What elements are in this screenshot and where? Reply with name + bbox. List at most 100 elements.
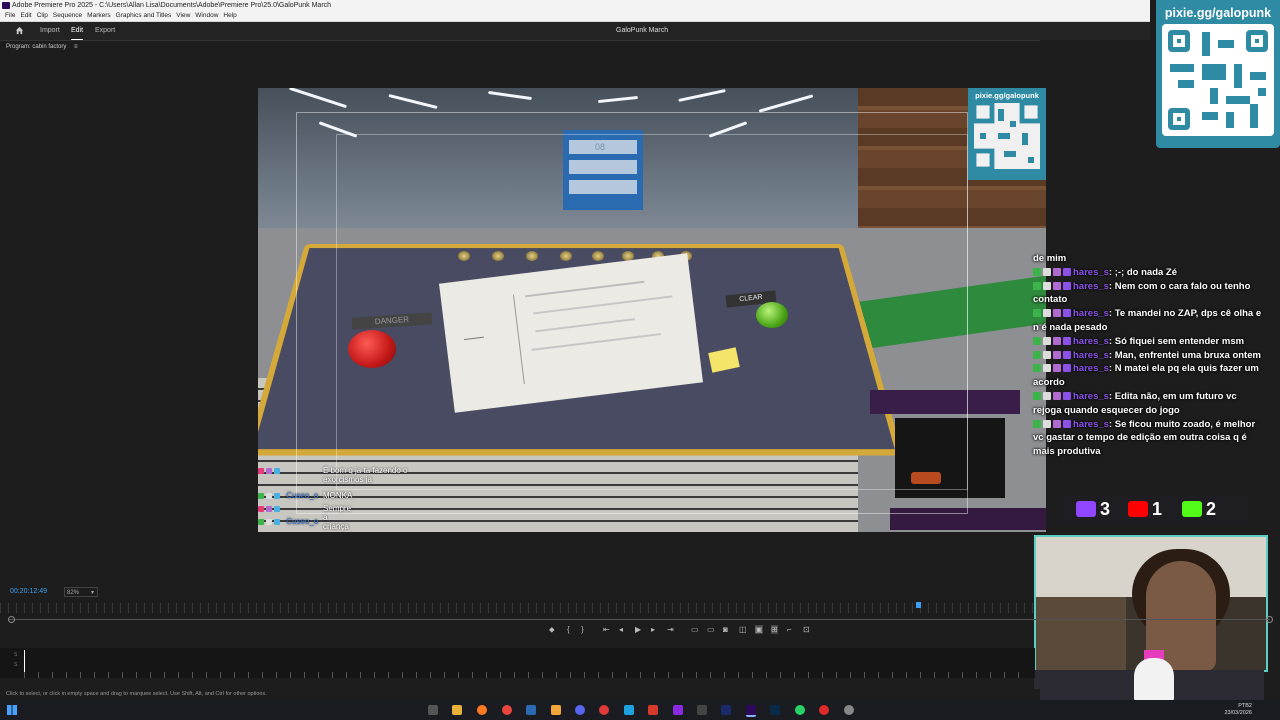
mark-out-icon[interactable]: } xyxy=(581,625,584,634)
chevron-down-icon: ▾ xyxy=(90,590,94,596)
safe-margin-inner xyxy=(336,134,968,490)
menu-sequence[interactable]: Sequence xyxy=(53,12,82,19)
tab-export[interactable]: Export xyxy=(95,22,115,40)
menu-clip[interactable]: Clip xyxy=(37,12,48,19)
menu-bar: File Edit Clip Sequence Markers Graphics and … xyxy=(0,11,1150,22)
chat-username: hares_s xyxy=(1073,390,1109,402)
obs-icon[interactable] xyxy=(599,705,609,715)
comparison-view-icon[interactable]: ◫ xyxy=(739,625,747,634)
after-effects-icon[interactable] xyxy=(721,705,731,715)
button-editor-icon[interactable]: ⊡ xyxy=(803,625,810,634)
chat-bubble-icon xyxy=(1063,267,1071,276)
kick-counter: 2 xyxy=(1182,496,1216,522)
window-title: Adobe Premiere Pro 2025 - C:\Users\Allan… xyxy=(12,2,332,9)
check-badge-icon xyxy=(1033,364,1041,373)
check-badge-icon xyxy=(1033,281,1041,290)
zoom-select[interactable]: 82% ▾ xyxy=(64,587,98,597)
chat-message: Cuseo_o MONKA xyxy=(258,491,352,503)
system-clock[interactable]: PTB2 23/03/2026 xyxy=(1224,703,1252,717)
app-icon[interactable] xyxy=(624,705,634,715)
time-ruler[interactable] xyxy=(0,603,1035,613)
play-icon[interactable]: ▶ xyxy=(635,625,641,634)
program-label[interactable]: Program: cabin factory xyxy=(6,44,66,50)
steam-icon[interactable] xyxy=(526,705,536,715)
mark-in-icon[interactable]: { xyxy=(567,625,570,634)
discord-icon[interactable] xyxy=(575,705,585,715)
menu-graphics[interactable]: Graphics and Titles xyxy=(116,12,172,19)
home-icon[interactable] xyxy=(15,26,24,35)
app-icon[interactable] xyxy=(551,705,561,715)
chat-username: hares_s xyxy=(1073,308,1109,320)
photoshop-icon[interactable] xyxy=(770,705,780,715)
check-badge-icon xyxy=(1033,336,1041,345)
go-to-in-icon[interactable]: ⇤ xyxy=(603,625,610,634)
whatsapp-icon[interactable] xyxy=(795,705,805,715)
chat-message: hares_s: Man, enfrentei uma bruxa ontem xyxy=(1033,349,1265,363)
menu-window[interactable]: Window xyxy=(195,12,218,19)
task-view-icon[interactable] xyxy=(428,705,438,715)
settings-gear-icon[interactable] xyxy=(844,705,854,715)
window-title-bar: Adobe Premiere Pro 2025 - C:\Users\Allan… xyxy=(0,0,1150,11)
out-point-handle[interactable] xyxy=(1266,616,1273,623)
tab-import[interactable]: Import xyxy=(40,22,60,40)
toggle-proxies-icon[interactable]: ▣ xyxy=(755,625,763,634)
qr-overlay-small: pixie.gg/galopunk xyxy=(968,88,1046,180)
step-back-icon[interactable]: ◂ xyxy=(619,625,623,634)
chat-message: hares_s: ;-; do nada Zé xyxy=(1033,266,1265,280)
windows-start-icon[interactable] xyxy=(7,705,17,715)
go-to-out-icon[interactable]: ⇥ xyxy=(667,625,674,634)
scrub-bar[interactable] xyxy=(8,619,1270,620)
heart-badge-icon xyxy=(258,467,264,474)
export-frame-icon[interactable]: ◙ xyxy=(723,625,728,634)
chat-message: Cuseo_o xyxy=(258,517,318,529)
tab-edit[interactable]: Edit xyxy=(71,22,84,40)
check-badge-icon xyxy=(1033,419,1041,428)
twitch-icon xyxy=(1076,501,1096,517)
timecode[interactable]: 00:20:12:49 xyxy=(10,588,47,595)
safe-margins-icon[interactable]: ⊞ xyxy=(771,625,778,634)
menu-edit[interactable]: Edit xyxy=(20,12,31,19)
playhead[interactable] xyxy=(916,602,921,608)
app-icon[interactable] xyxy=(819,705,829,715)
kick-icon xyxy=(1182,501,1202,517)
project-name: GaloPunk March xyxy=(616,27,669,34)
twitch-app-icon[interactable] xyxy=(673,705,683,715)
status-bar: Click to select, or click in empty space… xyxy=(0,689,1040,700)
check-badge-icon xyxy=(1033,350,1041,359)
menu-markers[interactable]: Markers xyxy=(87,12,110,19)
overlay-icon[interactable]: ⌐ xyxy=(787,625,792,634)
app-icon[interactable] xyxy=(648,705,658,715)
sub-badge-icon xyxy=(266,467,272,474)
premiere-icon[interactable] xyxy=(746,705,756,717)
chat-bubble-icon xyxy=(1063,391,1071,400)
duck-mascot-icon xyxy=(1134,658,1174,704)
kick-count: 2 xyxy=(1206,499,1217,519)
chat-text: de mim xyxy=(1033,253,1067,264)
file-explorer-icon[interactable] xyxy=(452,705,462,715)
overwrite-icon[interactable]: ▭ xyxy=(707,625,715,634)
timeline-playhead[interactable] xyxy=(24,650,25,674)
chrome-icon[interactable] xyxy=(502,705,512,715)
insert-icon[interactable]: ▭ xyxy=(691,625,699,634)
firefox-icon[interactable] xyxy=(477,705,487,715)
chat-username: hares_s xyxy=(1073,280,1109,292)
track-label: S xyxy=(14,662,18,668)
step-forward-icon[interactable]: ▸ xyxy=(651,625,655,634)
workspace-bar: Import Edit Export GaloPunk March xyxy=(0,22,1150,40)
timeline-strip[interactable]: S S xyxy=(0,648,1035,678)
menu-view[interactable]: View xyxy=(176,12,190,19)
chat-username: hares_s xyxy=(1073,335,1109,347)
menu-file[interactable]: File xyxy=(5,12,15,19)
chat-message: hares_s: Te mandei no ZAP, dps cê olha e… xyxy=(1033,308,1262,333)
sub-badge-icon xyxy=(1053,281,1061,290)
chat-badge-icon xyxy=(274,492,280,499)
twitch-count: 3 xyxy=(1100,499,1111,519)
timeline-ticks xyxy=(24,672,1024,678)
in-point-handle[interactable] xyxy=(8,616,15,623)
app-icon[interactable] xyxy=(697,705,707,715)
add-marker-icon[interactable]: ⬥ xyxy=(549,625,555,635)
menu-help[interactable]: Help xyxy=(223,12,236,19)
check-badge-icon xyxy=(1033,391,1041,400)
flame-badge-icon xyxy=(1043,391,1051,400)
panel-menu-icon[interactable]: ≡ xyxy=(74,44,78,50)
